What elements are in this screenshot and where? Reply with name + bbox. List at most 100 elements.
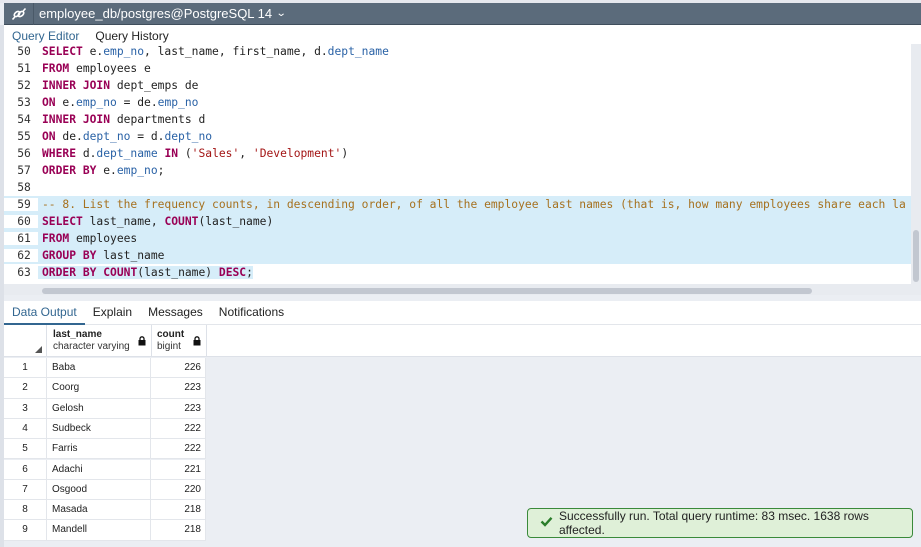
cell-count[interactable]: 222 — [152, 418, 206, 439]
lock-icon — [193, 336, 201, 349]
line-number: 51 — [17, 62, 31, 75]
editor-line[interactable]: 54 INNER JOIN departments d — [4, 111, 911, 128]
editor-line[interactable]: 50 SELECT e.emp_no, last_name, first_name… — [4, 44, 911, 60]
row-number[interactable]: 7 — [4, 479, 47, 500]
column-name: last_name — [53, 329, 102, 340]
line-number: 59 — [4, 198, 38, 211]
editor-line[interactable]: 63 ORDER BY COUNT(last_name) DESC; — [4, 264, 911, 281]
line-number: 53 — [17, 96, 31, 109]
line-code[interactable]: FROM employees e — [38, 62, 151, 75]
cell-last-name[interactable]: Farris — [48, 439, 151, 459]
cell-count[interactable]: 218 — [152, 500, 206, 520]
tab-explain[interactable]: Explain — [85, 300, 140, 324]
row-number[interactable]: 9 — [4, 520, 47, 540]
line-code[interactable]: GROUP BY last_name — [38, 249, 164, 262]
grid-header: last_name character varying count bigint — [4, 325, 921, 357]
editor-line[interactable]: 57 ORDER BY e.emp_no; — [4, 162, 911, 179]
cell-last-name[interactable]: Gelosh — [48, 398, 151, 418]
line-number: 50 — [17, 45, 31, 58]
row-number[interactable]: 4 — [4, 418, 47, 439]
line-code[interactable]: ON de.dept_no = d.dept_no — [38, 130, 212, 143]
line-code[interactable]: ORDER BY COUNT(last_name) DESC; — [38, 266, 253, 279]
cell-count[interactable]: 218 — [152, 520, 206, 540]
line-number: 56 — [17, 147, 31, 160]
line-number: 57 — [17, 164, 31, 177]
line-code[interactable]: FROM employees — [38, 232, 137, 245]
editor-line[interactable]: 53 ON e.emp_no = de.emp_no — [4, 94, 911, 111]
cell-last-name[interactable]: Osgood — [48, 479, 151, 500]
editor-line[interactable]: 55 ON de.dept_no = d.dept_no — [4, 128, 911, 145]
cell-last-name[interactable]: Sudbeck — [48, 418, 151, 439]
line-number: 52 — [17, 79, 31, 92]
connection-titlebar: employee_db/postgres@PostgreSQL 14 ⌄ — [4, 2, 921, 25]
editor-line[interactable]: 52 INNER JOIN dept_emps de — [4, 77, 911, 94]
row-number[interactable]: 1 — [4, 358, 47, 378]
column-header-last-name[interactable]: last_name character varying — [48, 325, 152, 357]
line-code[interactable]: SELECT last_name, COUNT(last_name) — [38, 215, 273, 228]
table-row[interactable]: 9 Mandell 218 — [4, 520, 206, 541]
editor-line[interactable]: 62 GROUP BY last_name — [4, 247, 911, 264]
line-code[interactable]: INNER JOIN departments d — [38, 113, 205, 126]
line-number: 54 — [17, 113, 31, 126]
line-code[interactable]: -- 8. List the frequency counts, in desc… — [38, 198, 906, 211]
line-number: 60 — [4, 215, 38, 228]
connection-dropdown[interactable]: employee_db/postgres@PostgreSQL 14 ⌄ — [34, 6, 287, 21]
line-code[interactable]: SELECT e.emp_no, last_name, first_name, … — [38, 45, 389, 58]
select-all-corner[interactable] — [4, 325, 47, 357]
editor-line[interactable]: 56 WHERE d.dept_name IN ('Sales', 'Develo… — [4, 145, 911, 162]
cell-last-name[interactable]: Coorg — [48, 378, 151, 398]
table-row[interactable]: 7 Osgood 220 — [4, 479, 206, 501]
editor-line[interactable]: 58 — [4, 179, 911, 196]
cell-count[interactable]: 226 — [152, 358, 206, 378]
table-row[interactable]: 3 Gelosh 223 — [4, 398, 206, 419]
line-number: 63 — [17, 266, 31, 279]
corner-triangle-icon — [35, 346, 42, 353]
cell-count[interactable]: 223 — [152, 378, 206, 398]
editor-line[interactable]: 61 FROM employees — [4, 230, 911, 247]
table-row[interactable]: 1 Baba 226 — [4, 358, 206, 379]
editor-line[interactable]: 59 -- 8. List the frequency counts, in de… — [4, 196, 911, 213]
cell-count[interactable]: 223 — [152, 398, 206, 418]
editor-line[interactable]: 51 FROM employees e — [4, 60, 911, 77]
cell-count[interactable]: 222 — [152, 439, 206, 459]
editor-line[interactable]: 60 SELECT last_name, COUNT(last_name) — [4, 213, 911, 230]
line-code[interactable]: ORDER BY e.emp_no; — [38, 164, 164, 177]
editor-horizontal-scroll-thumb[interactable] — [42, 288, 812, 294]
checkmark-icon — [540, 516, 553, 530]
row-number[interactable]: 2 — [4, 378, 47, 398]
cell-last-name[interactable]: Mandell — [48, 520, 151, 540]
row-number[interactable]: 3 — [4, 398, 47, 418]
connection-title: employee_db/postgres@PostgreSQL 14 — [39, 6, 273, 21]
column-header-count[interactable]: count bigint — [152, 325, 207, 357]
sql-editor[interactable]: 50 SELECT e.emp_no, last_name, first_name… — [4, 44, 911, 284]
editor-vertical-scroll-thumb[interactable] — [913, 230, 919, 282]
row-number[interactable]: 8 — [4, 500, 47, 520]
cell-last-name[interactable]: Adachi — [48, 459, 151, 479]
cell-last-name[interactable]: Baba — [48, 358, 151, 378]
row-number[interactable]: 6 — [4, 459, 47, 479]
cell-count[interactable]: 220 — [152, 479, 206, 500]
tab-messages[interactable]: Messages — [140, 300, 211, 324]
cell-count[interactable]: 221 — [152, 459, 206, 479]
tab-data-output[interactable]: Data Output — [4, 300, 85, 325]
table-row[interactable]: 4 Sudbeck 222 — [4, 418, 206, 440]
line-number: 55 — [17, 130, 31, 143]
row-number[interactable]: 5 — [4, 439, 47, 459]
line-code[interactable]: WHERE d.dept_name IN ('Sales', 'Developm… — [38, 147, 348, 160]
connection-icon[interactable] — [4, 2, 34, 25]
table-row[interactable]: 8 Masada 218 — [4, 500, 206, 521]
line-code[interactable]: INNER JOIN dept_emps de — [38, 79, 198, 92]
pgadmin-query-tool: employee_db/postgres@PostgreSQL 14 ⌄ Que… — [0, 0, 921, 547]
toast-message: Successfully run. Total query runtime: 8… — [559, 509, 869, 537]
line-number: 61 — [4, 232, 38, 245]
table-row[interactable]: 5 Farris 222 — [4, 439, 206, 460]
table-row[interactable]: 6 Adachi 221 — [4, 459, 206, 480]
line-number: 58 — [17, 181, 31, 194]
lock-icon — [138, 336, 146, 349]
chevron-down-icon: ⌄ — [275, 8, 287, 19]
tab-notifications[interactable]: Notifications — [211, 300, 292, 324]
line-code[interactable]: ON e.emp_no = de.emp_no — [38, 96, 198, 109]
table-row[interactable]: 2 Coorg 223 — [4, 378, 206, 399]
cell-last-name[interactable]: Masada — [48, 500, 151, 520]
output-tabs: Data Output Explain Messages Notificatio… — [4, 301, 921, 325]
